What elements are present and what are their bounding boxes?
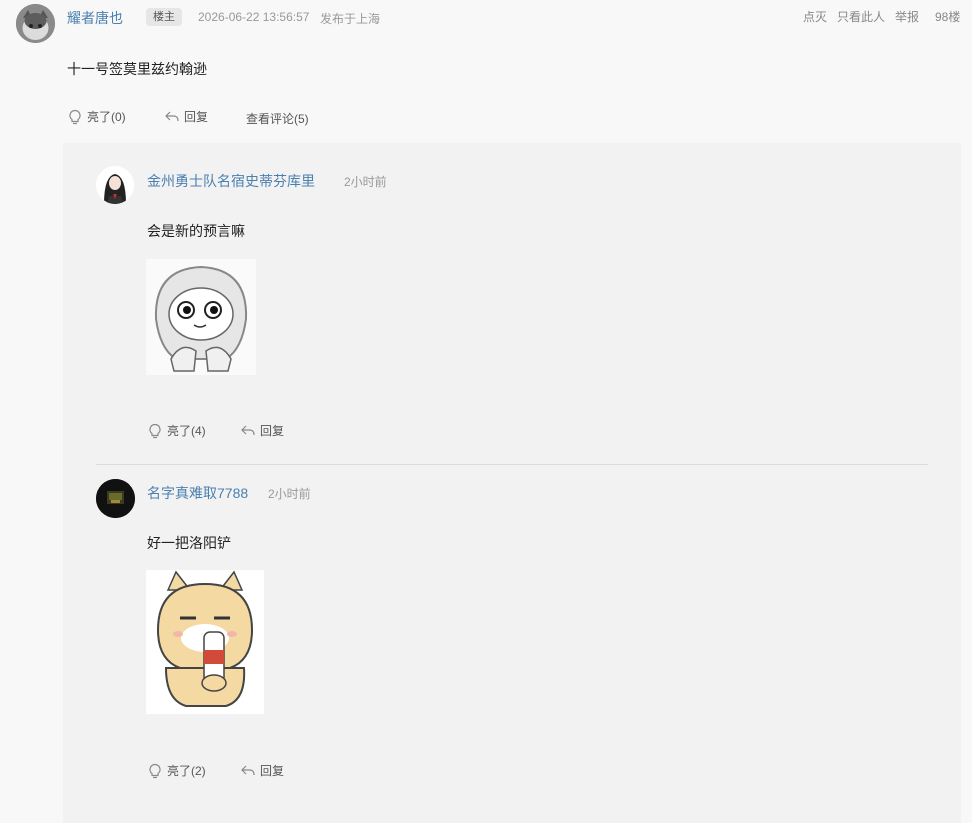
lightbulb-icon: [147, 763, 163, 779]
post-reply-label: 回复: [184, 110, 209, 124]
post-time: 2026-06-22 13:56:57: [198, 10, 310, 24]
lightbulb-icon: [147, 423, 163, 439]
reply-arrow-icon: [240, 423, 256, 439]
comment-content: 好一把洛阳铲: [147, 535, 231, 551]
comment-reply-button[interactable]: 回复: [240, 422, 284, 439]
sticker-image: [146, 570, 264, 714]
comment-divider: [96, 464, 928, 465]
hide-link[interactable]: 点灭: [803, 8, 827, 25]
view-comments-button[interactable]: 查看评论(5): [246, 110, 309, 127]
reply-arrow-icon: [164, 109, 180, 125]
floor-number: 98楼: [935, 10, 961, 24]
report-link[interactable]: 举报: [895, 8, 919, 25]
comment-content: 会是新的预言嘛: [147, 223, 245, 239]
post-action-links: 点灭 只看此人 举报: [803, 8, 919, 25]
comment-reply-label: 回复: [260, 424, 285, 438]
post-location: 发布于上海: [320, 12, 381, 26]
comment-avatar[interactable]: [96, 166, 134, 204]
lightbulb-icon: [67, 109, 83, 125]
only-this-user-link[interactable]: 只看此人: [837, 8, 885, 25]
author-avatar[interactable]: [16, 4, 55, 43]
comment-time: 2小时前: [268, 487, 311, 501]
sticker-image: [146, 259, 256, 375]
comment-avatar[interactable]: [96, 479, 135, 518]
op-badge: 楼主: [146, 8, 182, 26]
comment-time: 2小时前: [344, 175, 387, 189]
comment-like-label: 亮了(2): [167, 764, 206, 778]
reply-arrow-icon: [240, 763, 256, 779]
post-author-name[interactable]: 耀者唐也: [67, 8, 123, 28]
post-like-label: 亮了(0): [87, 110, 126, 124]
comment-reply-button[interactable]: 回复: [240, 762, 284, 779]
comment-author-name[interactable]: 名字真难取7788: [147, 483, 248, 503]
post-reply-button[interactable]: 回复: [164, 108, 208, 125]
post-content: 十一号签莫里兹约翰逊: [67, 61, 207, 77]
comment-author-name[interactable]: 金州勇士队名宿史蒂芬库里: [147, 171, 315, 191]
comment-like-button[interactable]: 亮了(2): [147, 762, 206, 779]
comment-like-button[interactable]: 亮了(4): [147, 422, 206, 439]
comment-reply-label: 回复: [260, 764, 285, 778]
post-like-button[interactable]: 亮了(0): [67, 108, 126, 125]
comment-like-label: 亮了(4): [167, 424, 206, 438]
